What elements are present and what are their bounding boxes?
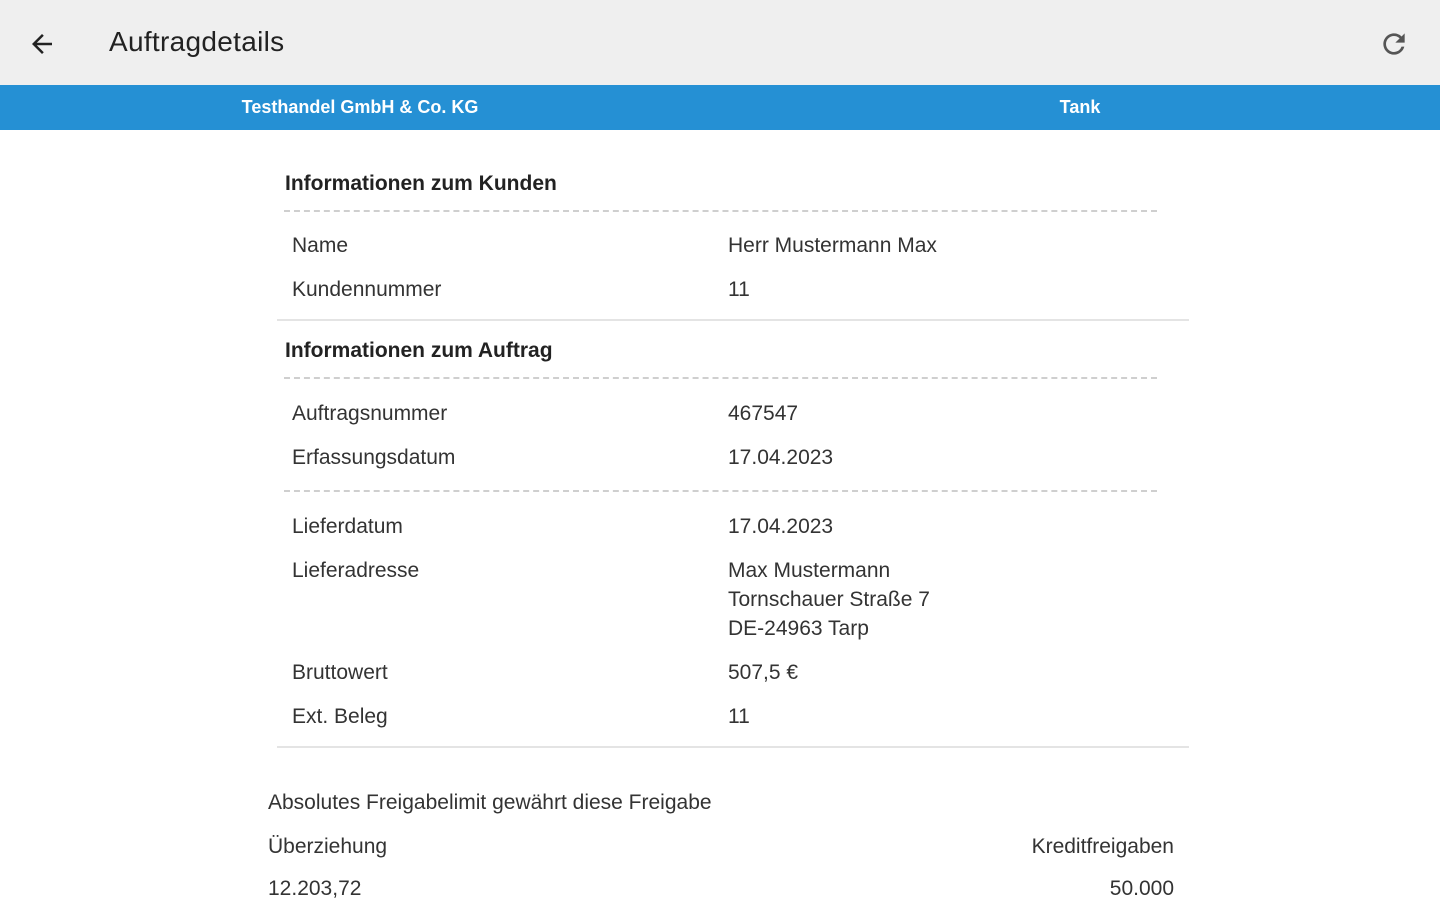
customer-section-title: Informationen zum Kunden [285, 172, 557, 195]
row-value: 17.04.2023 [728, 515, 834, 538]
back-button[interactable] [22, 24, 62, 64]
row-label: Auftragsnummer [292, 402, 448, 425]
info-row: Kundennummer 11 [277, 275, 1189, 304]
credit-approvals-value: 50.000 [1109, 877, 1174, 900]
approval-values: 12.203,72 50.000 [268, 877, 1174, 901]
info-row: Name Herr Mustermann Max [277, 231, 1189, 260]
app-bar: Auftragdetails [0, 0, 1440, 85]
info-row: Erfassungsdatum 17.04.2023 [277, 443, 1189, 472]
row-label: Name [292, 234, 349, 257]
row-value: 467547 [728, 402, 799, 425]
info-row: Lieferadresse Max Mustermann Tornschauer… [277, 556, 1189, 643]
row-value: Herr Mustermann Max [728, 234, 937, 257]
row-value: 11 [728, 278, 750, 301]
delivery-address: Max Mustermann Tornschauer Straße 7 DE-2… [728, 559, 930, 640]
tab-testhandel[interactable]: Testhandel GmbH & Co. KG [0, 85, 720, 130]
row-label: Lieferdatum [292, 515, 403, 538]
credit-approvals-label: Kreditfreigaben [1031, 835, 1174, 858]
info-row: Lieferdatum 17.04.2023 [277, 512, 1189, 541]
approval-labels: Überziehung Kreditfreigaben [268, 835, 1174, 859]
overdraft-label: Überziehung [268, 835, 388, 858]
info-row: Auftragsnummer 467547 [277, 399, 1189, 428]
order-details: Informationen zum Kunden Name Herr Muste… [277, 130, 1189, 748]
row-value: 11 [728, 705, 750, 728]
refresh-icon [1383, 33, 1405, 55]
page-title: Auftragdetails [109, 26, 285, 57]
row-label: Erfassungsdatum [292, 446, 456, 469]
row-label: Ext. Beleg [292, 705, 388, 728]
row-label: Kundennummer [292, 278, 442, 301]
approval-heading: Absolutes Freigabelimit gewährt diese Fr… [268, 791, 712, 814]
tab-bar: Testhandel GmbH & Co. KG Tank [0, 85, 1440, 130]
row-value: 507,5 € [728, 661, 799, 684]
info-row: Ext. Beleg 11 [277, 702, 1189, 731]
tab-tank[interactable]: Tank [720, 85, 1440, 130]
row-label: Lieferadresse [292, 559, 420, 582]
info-row: Bruttowert 507,5 € [277, 658, 1189, 687]
row-label: Bruttowert [292, 661, 388, 684]
arrow-left-icon [32, 34, 52, 54]
section-divider [277, 746, 1189, 748]
row-value: 17.04.2023 [728, 446, 834, 469]
refresh-button[interactable] [1374, 24, 1414, 64]
overdraft-value: 12.203,72 [268, 877, 362, 900]
order-section-title: Informationen zum Auftrag [285, 339, 553, 362]
